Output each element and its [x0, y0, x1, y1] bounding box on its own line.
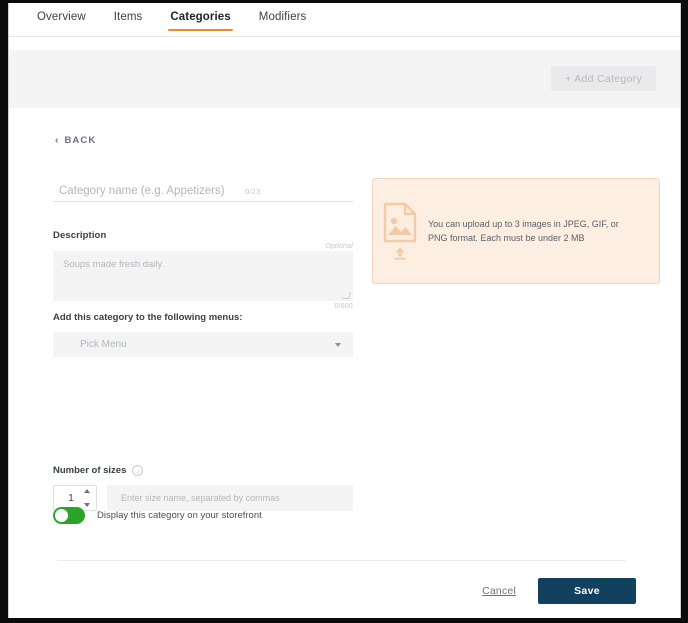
app-window: Overview Items Categories Modifiers + Ad… — [8, 3, 681, 618]
back-link[interactable]: ‹ BACK — [55, 135, 96, 146]
pick-menu-select[interactable]: Pick Menu — [53, 332, 353, 357]
stepper-arrows — [84, 489, 92, 507]
sizes-label: Number of sizes — [53, 465, 127, 476]
page-header-strip: + Add Category — [9, 50, 680, 108]
tab-overview[interactable]: Overview — [23, 3, 100, 37]
tab-items[interactable]: Items — [100, 3, 157, 37]
description-placeholder: Soups made fresh daily. — [63, 259, 165, 270]
category-form-card: ‹ BACK 0/23 i Description Optional Soups… — [17, 108, 666, 605]
tab-categories[interactable]: Categories — [156, 3, 244, 37]
add-category-button[interactable]: + Add Category — [551, 66, 656, 91]
cancel-button[interactable]: Cancel — [482, 585, 516, 597]
storefront-toggle-label: Display this category on your storefront — [97, 510, 262, 521]
description-char-count: 0/600 — [334, 303, 353, 310]
category-name-row: 0/23 i — [53, 176, 391, 202]
image-file-icon — [384, 202, 417, 243]
upload-icon-group — [373, 202, 428, 260]
tab-bar: Overview Items Categories Modifiers — [9, 3, 680, 37]
footer-actions: Cancel Save — [482, 578, 636, 604]
form-left-column: 0/23 i Description Optional Soups made f… — [53, 176, 391, 357]
sizes-section: Number of sizes i 1 — [53, 465, 353, 511]
tab-modifiers[interactable]: Modifiers — [245, 3, 321, 37]
description-optional-tag: Optional — [325, 243, 353, 250]
save-button[interactable]: Save — [538, 578, 636, 604]
toggle-knob — [55, 509, 68, 522]
chevron-down-icon — [335, 342, 341, 347]
category-name-input[interactable] — [53, 185, 239, 197]
description-textarea[interactable]: Soups made fresh daily. — [53, 251, 353, 301]
pick-menu-value: Pick Menu — [80, 339, 127, 350]
upload-instructions: You can upload up to 3 images in JPEG, G… — [427, 218, 619, 243]
sizes-label-row: Number of sizes i — [53, 465, 353, 476]
storefront-toggle-row: Display this category on your storefront — [53, 507, 262, 524]
description-label: Description — [53, 230, 107, 241]
menus-label: Add this category to the following menus… — [53, 312, 243, 323]
footer-divider — [57, 560, 626, 561]
storefront-toggle[interactable] — [53, 507, 85, 524]
category-name-char-count: 0/23 — [245, 187, 261, 196]
back-label: BACK — [64, 135, 97, 146]
resize-grip-icon[interactable] — [344, 293, 351, 300]
stepper-increment-icon[interactable] — [84, 489, 90, 493]
image-upload-panel[interactable]: You can upload up to 3 images in JPEG, G… — [372, 178, 660, 284]
screen-frame: Overview Items Categories Modifiers + Ad… — [0, 0, 688, 623]
info-icon-sizes[interactable]: i — [132, 465, 144, 476]
tab-list: Overview Items Categories Modifiers — [23, 3, 320, 37]
chevron-left-icon: ‹ — [55, 134, 60, 146]
upload-arrow-icon — [394, 247, 406, 260]
